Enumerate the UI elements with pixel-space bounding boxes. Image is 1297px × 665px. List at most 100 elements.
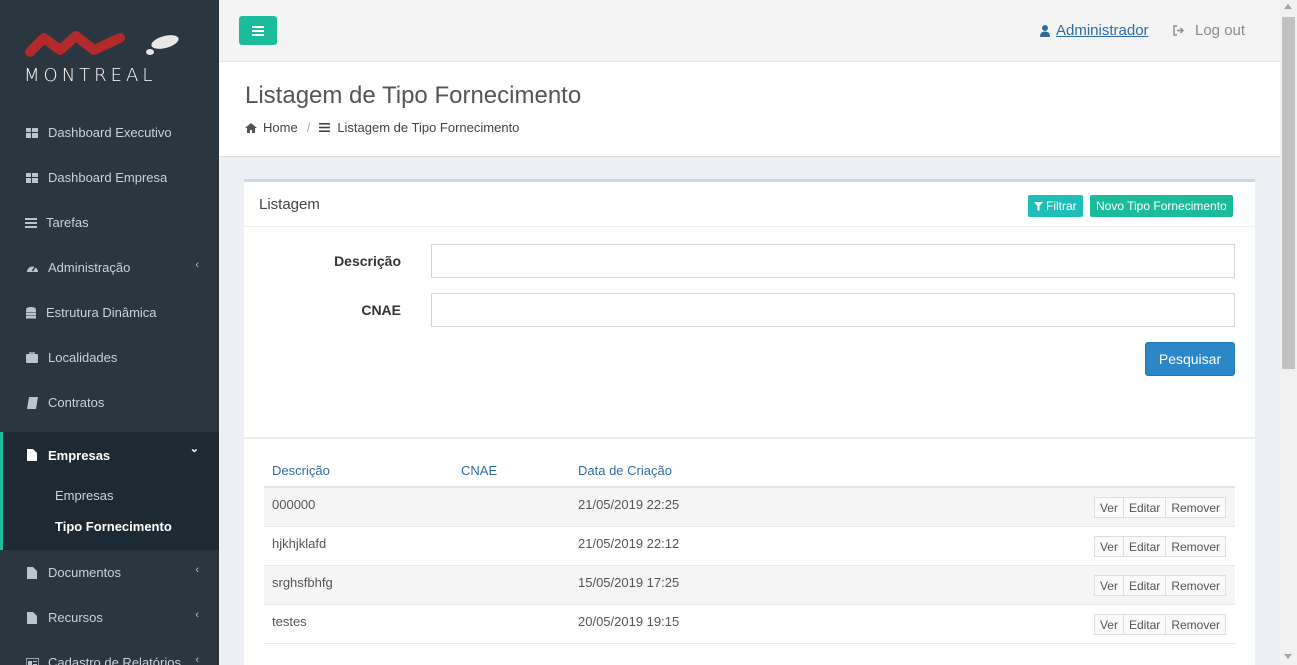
tachometer-icon bbox=[25, 263, 39, 273]
sidebar-item-label: Dashboard Executivo bbox=[48, 125, 172, 140]
sidebar-item-localidades[interactable]: Localidades bbox=[0, 335, 219, 380]
breadcrumb-home[interactable]: Home bbox=[263, 120, 298, 135]
column-header-descricao[interactable]: Descrição bbox=[272, 463, 330, 478]
row-actions: Ver Editar Remover bbox=[1093, 614, 1226, 635]
new-tipo-fornecimento-button[interactable]: Novo Tipo Fornecimento bbox=[1090, 195, 1233, 217]
cell-data-criacao: 20/05/2019 19:15 bbox=[578, 614, 680, 629]
sidebar-item-label: Documentos bbox=[48, 565, 121, 580]
sidebar-item-label: Administração bbox=[48, 260, 131, 275]
table-row: hjkhjklafd 21/05/2019 22:12 Ver Editar R… bbox=[264, 527, 1235, 566]
logout-link[interactable]: Log out bbox=[1173, 22, 1245, 39]
sidebar-item-label: Empresas bbox=[48, 447, 111, 463]
sidebar-item-dashboard-empresa[interactable]: Dashboard Empresa bbox=[0, 155, 219, 200]
edit-button[interactable]: Editar bbox=[1122, 575, 1167, 596]
cell-descricao: 000000 bbox=[272, 497, 316, 512]
column-header-data-criacao[interactable]: Data de Criação bbox=[578, 463, 672, 478]
listing-box: Listagem Filtrar Novo Tipo Fornecimento … bbox=[244, 179, 1255, 665]
chevron-left-icon: ‹ bbox=[195, 609, 199, 621]
sidebar-menu: Dashboard Executivo Dashboard Empresa Ta… bbox=[0, 110, 219, 665]
results-table: Descrição CNAE Data de Criação 000000 21… bbox=[264, 454, 1235, 644]
sidebar-item-label: Recursos bbox=[48, 610, 103, 625]
view-button[interactable]: Ver bbox=[1093, 536, 1124, 557]
row-actions: Ver Editar Remover bbox=[1093, 536, 1226, 557]
breadcrumb: Home / Listagem de Tipo Fornecimento bbox=[245, 120, 519, 135]
view-button[interactable]: Ver bbox=[1093, 497, 1124, 518]
chevron-left-icon: ‹ bbox=[195, 654, 199, 665]
remove-button[interactable]: Remover bbox=[1165, 497, 1226, 518]
home-icon bbox=[245, 122, 257, 133]
dashboard-icon bbox=[25, 127, 39, 138]
file-icon bbox=[25, 611, 39, 624]
list-icon bbox=[319, 123, 331, 132]
page-scrollbar[interactable] bbox=[1280, 0, 1297, 665]
sidebar-item-documentos[interactable]: Documentos ‹ bbox=[0, 550, 219, 595]
sidebar-item-contratos[interactable]: Contratos bbox=[0, 380, 219, 425]
user-menu-link[interactable]: Administrador bbox=[1040, 22, 1149, 39]
search-button[interactable]: Pesquisar bbox=[1145, 342, 1235, 376]
breadcrumb-separator: / bbox=[306, 120, 311, 135]
box-title: Listagem bbox=[259, 196, 320, 213]
view-button[interactable]: Ver bbox=[1093, 614, 1124, 635]
content-header: Listagem de Tipo Fornecimento Home / Lis… bbox=[219, 62, 1280, 157]
database-icon bbox=[24, 306, 38, 319]
hamburger-icon bbox=[252, 25, 264, 36]
cell-data-criacao: 21/05/2019 22:25 bbox=[578, 497, 680, 512]
scroll-down-arrow-icon[interactable] bbox=[1284, 654, 1292, 659]
remove-button[interactable]: Remover bbox=[1165, 575, 1226, 596]
sidebar-item-recursos[interactable]: Recursos ‹ bbox=[0, 595, 219, 640]
cell-data-criacao: 21/05/2019 22:12 bbox=[578, 536, 680, 551]
table-row: 000000 21/05/2019 22:25 Ver Editar Remov… bbox=[264, 488, 1235, 527]
sidebar-item-label: Cadastro de Relatórios bbox=[48, 655, 181, 665]
book-icon bbox=[25, 396, 39, 409]
sidebar-item-dashboard-executivo[interactable]: Dashboard Executivo bbox=[0, 110, 219, 155]
list-icon bbox=[24, 217, 38, 228]
sidebar-item-empresas[interactable]: Empresas ⌄ bbox=[0, 432, 219, 478]
sidebar-item-estrutura-dinamica[interactable]: Estrutura Dinâmica bbox=[0, 290, 219, 335]
logo[interactable]: MONTREAL bbox=[0, 0, 219, 110]
cnae-row: CNAE bbox=[244, 293, 1255, 327]
edit-button[interactable]: Editar bbox=[1122, 614, 1167, 635]
filter-button[interactable]: Filtrar bbox=[1028, 195, 1083, 217]
cnae-label: CNAE bbox=[361, 302, 401, 318]
sidebar-item-cadastro-relatorios[interactable]: Cadastro de Relatórios ‹ bbox=[0, 640, 219, 665]
sidebar-item-administracao[interactable]: Administração ‹ bbox=[0, 245, 219, 290]
chevron-left-icon: ‹ bbox=[195, 564, 199, 576]
descricao-label: Descrição bbox=[334, 253, 401, 269]
filter-icon bbox=[1034, 201, 1043, 211]
remove-button[interactable]: Remover bbox=[1165, 536, 1226, 557]
sidebar-item-label: Localidades bbox=[48, 350, 118, 365]
cell-descricao: testes bbox=[272, 614, 307, 629]
sidebar: MONTREAL Dashboard Executivo Dashboard E… bbox=[0, 0, 219, 665]
descricao-row: Descrição bbox=[244, 244, 1255, 278]
sidebar-item-label: Contratos bbox=[48, 395, 105, 410]
scroll-up-arrow-icon[interactable] bbox=[1284, 4, 1292, 9]
divider bbox=[244, 437, 1255, 439]
sign-out-icon bbox=[1173, 25, 1184, 36]
filter-button-label: Filtrar bbox=[1046, 199, 1077, 213]
row-actions: Ver Editar Remover bbox=[1093, 497, 1226, 518]
box-header: Listagem Filtrar Novo Tipo Fornecimento bbox=[244, 182, 1255, 227]
cell-descricao: hjkhjklafd bbox=[272, 536, 327, 551]
cnae-input[interactable] bbox=[431, 293, 1235, 327]
dashboard-icon bbox=[25, 172, 39, 183]
top-navbar: Administrador Log out bbox=[219, 0, 1280, 62]
sidebar-item-tarefas[interactable]: Tarefas bbox=[0, 200, 219, 245]
scrollbar-thumb[interactable] bbox=[1282, 17, 1295, 369]
view-button[interactable]: Ver bbox=[1093, 575, 1124, 596]
submenu-item-tipo-fornecimento[interactable]: Tipo Fornecimento bbox=[3, 511, 219, 542]
remove-button[interactable]: Remover bbox=[1165, 614, 1226, 635]
submenu-item-empresas[interactable]: Empresas bbox=[3, 480, 219, 511]
file-icon bbox=[25, 566, 39, 579]
edit-button[interactable]: Editar bbox=[1122, 536, 1167, 557]
submenu-empresas: Empresas Tipo Fornecimento bbox=[0, 478, 219, 550]
descricao-input[interactable] bbox=[431, 244, 1235, 278]
edit-button[interactable]: Editar bbox=[1122, 497, 1167, 518]
table-row: testes 20/05/2019 19:15 Ver Editar Remov… bbox=[264, 605, 1235, 644]
sidebar-item-label: Tarefas bbox=[46, 215, 89, 230]
file-icon bbox=[25, 449, 39, 461]
sidebar-toggle-button[interactable] bbox=[239, 16, 277, 45]
montreal-logo-icon bbox=[25, 31, 179, 57]
sidebar-item-label: Dashboard Empresa bbox=[48, 170, 168, 185]
column-header-cnae[interactable]: CNAE bbox=[461, 463, 497, 478]
report-icon bbox=[25, 657, 39, 665]
